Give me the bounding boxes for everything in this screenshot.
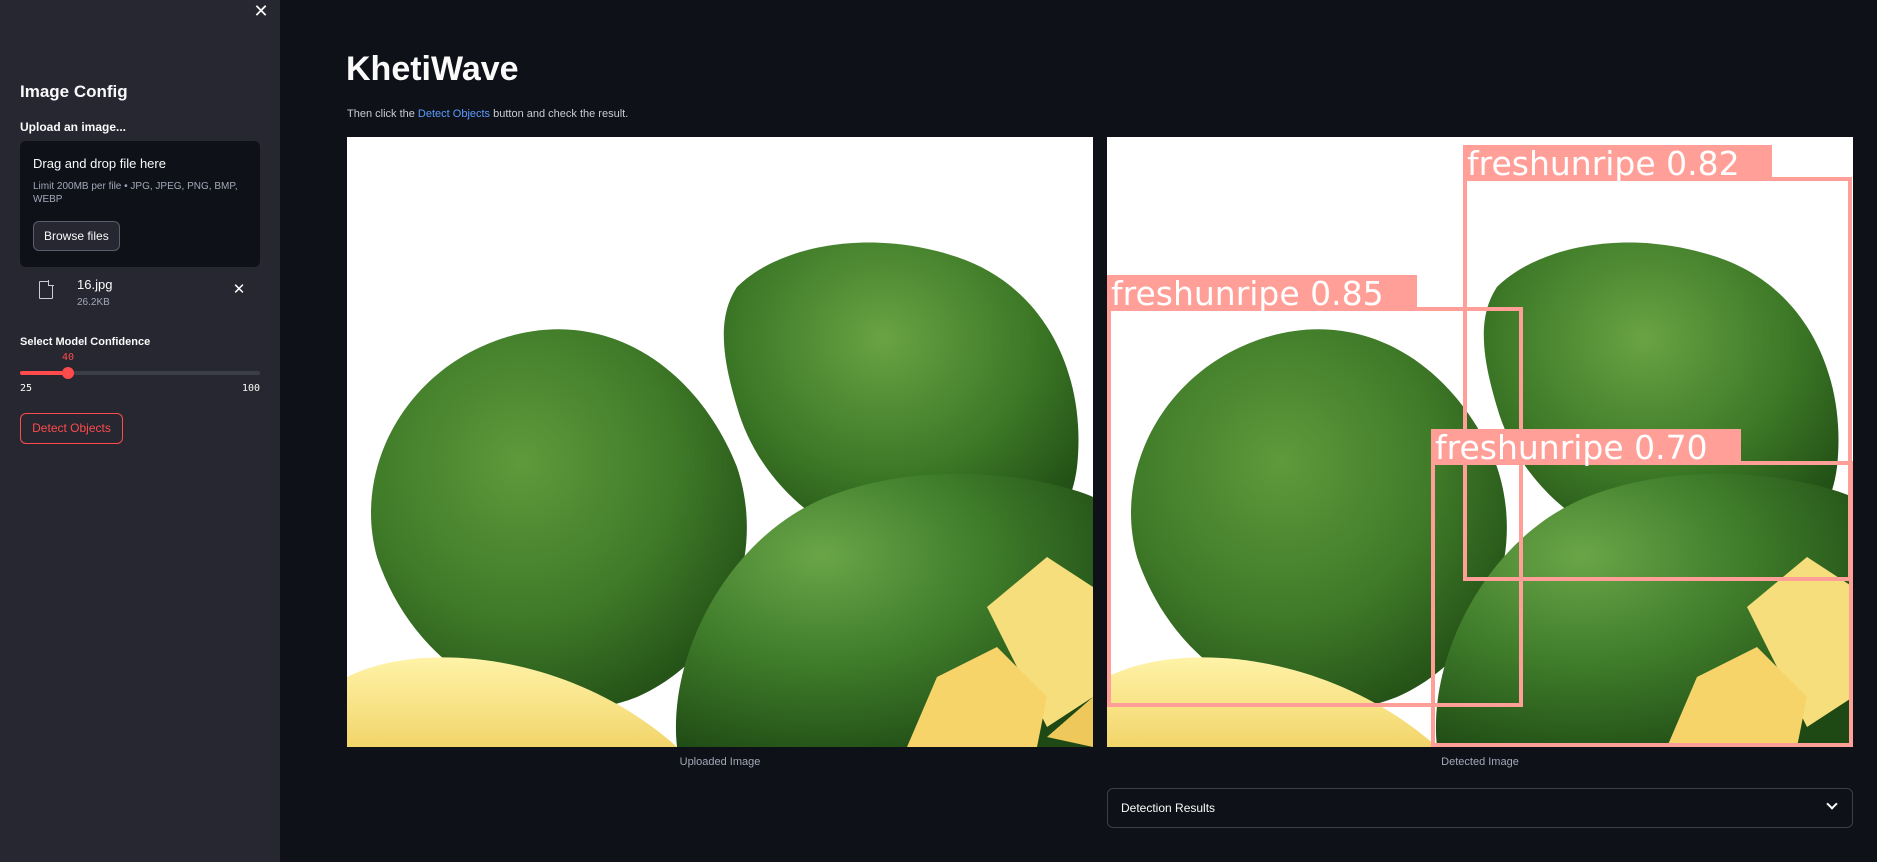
file-name: 16.jpg: [77, 277, 113, 292]
slider-thumb[interactable]: [62, 367, 74, 379]
dropzone-title: Drag and drop file here: [33, 156, 166, 171]
expander-label: Detection Results: [1121, 801, 1216, 815]
detected-picture: freshunripe 0.82 freshunripe 0.85 freshu…: [1107, 137, 1853, 747]
sidebar: ✕ Image Config Upload an image... Drag a…: [0, 0, 280, 862]
uploaded-file-row: 16.jpg 26.2KB ✕: [20, 271, 260, 315]
detect-objects-button[interactable]: Detect Objects: [20, 413, 123, 444]
detected-caption: Detected Image: [1441, 756, 1519, 768]
uploaded-image: [347, 137, 1093, 747]
chevron-down-icon: [1826, 798, 1838, 810]
instruction-after: button and check the result.: [490, 108, 629, 120]
sidebar-title: Image Config: [20, 82, 128, 101]
slider-value: 40: [61, 352, 75, 363]
remove-file-icon[interactable]: ✕: [231, 282, 247, 298]
file-dropzone[interactable]: Drag and drop file here Limit 200MB per …: [20, 141, 260, 267]
dropzone-limit: Limit 200MB per file • JPG, JPEG, PNG, B…: [33, 181, 238, 205]
slider-fill: [20, 371, 68, 375]
instruction-text: Then click the Detect Objects button and…: [347, 108, 628, 120]
confidence-label: Select Model Confidence: [20, 336, 151, 348]
mango-picture: [347, 137, 1093, 747]
detected-image: freshunripe 0.82 freshunripe 0.85 freshu…: [1107, 137, 1853, 747]
slider-min: 25: [20, 383, 33, 394]
detection-label-1: freshunripe 0.82: [1467, 144, 1740, 183]
instruction-before: Then click the: [347, 108, 418, 120]
slider-max: 100: [241, 383, 260, 394]
file-icon: [39, 280, 54, 299]
detection-label-3: freshunripe 0.70: [1435, 428, 1708, 467]
uploaded-caption: Uploaded Image: [679, 756, 761, 768]
file-size: 26.2KB: [77, 297, 110, 308]
page-title: KhetiWave: [346, 50, 519, 88]
upload-label: Upload an image...: [20, 120, 127, 134]
instruction-link: Detect Objects: [417, 108, 491, 120]
detection-label-2: freshunripe 0.85: [1111, 274, 1384, 313]
detection-results-expander[interactable]: Detection Results: [1107, 788, 1853, 828]
slider-track[interactable]: [20, 371, 260, 375]
confidence-slider[interactable]: 40 25 100: [20, 352, 260, 394]
close-sidebar-icon[interactable]: ✕: [252, 2, 270, 20]
browse-files-button[interactable]: Browse files: [33, 221, 120, 251]
